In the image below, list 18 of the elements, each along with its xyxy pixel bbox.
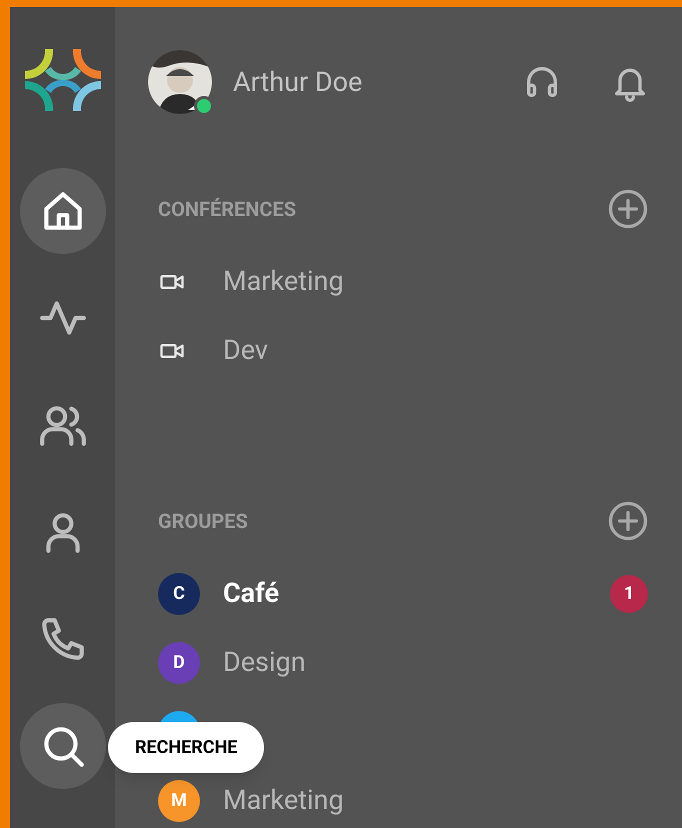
- add-button[interactable]: [608, 501, 648, 541]
- group-item[interactable]: Café: [223, 573, 610, 614]
- section-title: CONFÉRENCES: [158, 196, 296, 223]
- add-icon: [608, 189, 648, 229]
- unread-badge: 1: [610, 574, 648, 612]
- section-title: GROUPES: [158, 508, 248, 535]
- group-item[interactable]: Marketing: [223, 780, 650, 821]
- group-avatar: M: [158, 780, 200, 822]
- group-item[interactable]: Design: [223, 642, 650, 683]
- tooltip: RECHERCHE: [108, 722, 264, 773]
- conference-item[interactable]: Dev: [223, 330, 268, 371]
- conference-item[interactable]: Marketing: [223, 261, 344, 302]
- add-button[interactable]: [608, 189, 648, 229]
- user-name: Arthur Doe: [233, 64, 364, 100]
- group-avatar: C: [158, 572, 200, 614]
- add-icon: [608, 501, 648, 541]
- logo-icon: [24, 49, 100, 111]
- group-avatar: D: [158, 642, 200, 684]
